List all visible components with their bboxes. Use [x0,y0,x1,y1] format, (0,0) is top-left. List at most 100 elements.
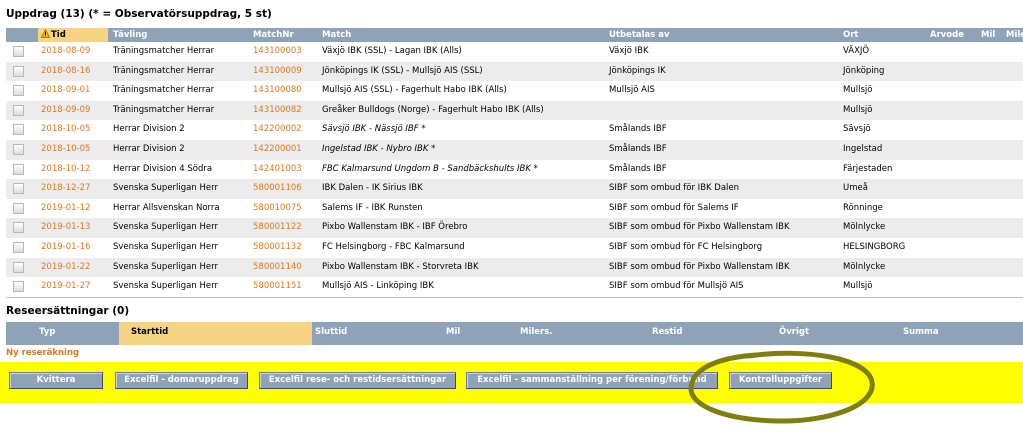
col-type[interactable]: Typ [39,327,55,337]
control-data-button[interactable]: Kontrolluppgifter [729,372,832,389]
row-checkbox[interactable] [13,104,24,116]
cell-match-nr[interactable]: 580010075 [253,203,302,213]
table-row[interactable]: 2018-12-27 Svenska Superligan Herr 5800011… [6,179,1023,199]
table-row[interactable]: 2018-09-01 Träningsmatcher Herrar 14310008… [6,81,1023,101]
cell-paid-by: SIBF som ombud för FC Helsingborg [609,242,763,252]
cell-date[interactable]: 2018-10-05 [41,144,90,154]
cell-match: Jönköpings IK (SSL) - Mullsjö AIS (SSL) [322,65,483,76]
table-divider [6,297,1023,298]
cell-date[interactable]: 2019-01-13 [41,222,90,232]
cell-place: HELSINGBORG [843,242,906,252]
cell-place: Mölnlycke [843,222,886,233]
row-checkbox[interactable] [13,202,24,214]
cell-paid-by: SIBF som ombud för IBK Dalen [609,183,740,194]
col-start-time[interactable]: Starttid [131,327,168,337]
cell-paid-by: Smålands IBF [609,144,667,154]
col-milers[interactable]: Milers. [520,327,553,337]
cell-competition: Svenska Superligan Herr [113,281,218,292]
row-checkbox[interactable] [13,261,24,273]
cell-match: Sävsjö IBK - Nässjö IBF * [322,124,426,135]
cell-match: Mullsjö AIS - Linköping IBK [322,281,434,292]
cell-match-nr[interactable]: 143100082 [253,105,302,115]
cell-date[interactable]: 2018-10-05 [41,124,90,134]
cell-competition: Herrar Division 2 [113,144,185,154]
cell-match-nr[interactable]: 142200001 [253,144,302,154]
cell-competition: Svenska Superligan Herr [113,222,218,233]
row-checkbox[interactable] [13,281,24,293]
cell-match-nr[interactable]: 142200002 [253,124,302,134]
row-checkbox[interactable] [13,124,24,136]
table-row[interactable]: 2018-10-05 Herrar Division 2 142200002 Sävs… [6,120,1023,140]
cell-match: Växjö IBK (SSL) - Lagan IBK (Alls) [322,46,462,56]
table-row[interactable]: 2019-01-13 Svenska Superligan Herr 5800011… [6,218,1023,238]
excel-summary-button[interactable]: Excelfil - sammanställning per förening/… [466,372,718,389]
table-row[interactable]: 2018-08-09 Träningsmatcher Herrar 14310000… [6,42,1023,62]
table-row[interactable]: 2018-09-09 Träningsmatcher Herrar 14310008… [6,100,1023,121]
col-end-time[interactable]: Sluttid [315,327,347,337]
col-place[interactable]: Ort [843,30,858,40]
cell-date[interactable]: 2018-12-27 [41,183,90,193]
cell-place: Jönköping [843,65,885,76]
cell-date[interactable]: 2019-01-12 [41,203,90,213]
col-other[interactable]: Övrigt [779,327,809,337]
table-row[interactable]: 2019-01-27 Svenska Superligan Herr 5800011… [6,277,1023,297]
cell-paid-by: SIBF som ombud för Salems IF [609,202,739,213]
cell-match-nr[interactable]: 580001140 [253,262,302,272]
cell-paid-by: Smålands IBF [609,163,667,174]
button-bar: Kvittera Excelfil - domaruppdrag Excelfi… [0,362,1023,403]
cell-match-nr[interactable]: 142401003 [253,164,302,174]
cell-date[interactable]: 2018-09-01 [41,85,90,95]
cell-date[interactable]: 2019-01-27 [41,281,90,291]
cell-date[interactable]: 2019-01-22 [41,262,90,272]
cell-match: Pixbo Wallenstam IBK - IBF Örebro [322,222,468,233]
assignments-table-header: Tid Tävling MatchNr Match Utbetalas av O… [6,28,1023,42]
cell-match-nr[interactable]: 580001122 [253,222,302,232]
excel-assignments-button[interactable]: Excelfil - domaruppdrag [115,372,248,389]
cell-date[interactable]: 2019-01-16 [41,242,90,252]
cell-date[interactable]: 2018-08-09 [41,46,90,56]
row-checkbox[interactable] [13,65,24,77]
new-expense-link[interactable]: Ny reseräkning [6,348,79,358]
row-checkbox[interactable] [13,242,24,253]
table-row[interactable]: 2019-01-22 Svenska Superligan Herr 5800011… [6,257,1023,278]
cell-place: Mölnlycke [843,261,886,272]
row-checkbox[interactable] [13,46,24,57]
col-competition[interactable]: Tävling [113,30,147,40]
row-checkbox[interactable] [13,144,24,155]
cell-match-nr[interactable]: 143100080 [253,85,302,95]
col-paid-by[interactable]: Utbetalas av [609,30,670,40]
cell-match: Pixbo Wallenstam IBK - Storvreta IBK [322,261,479,272]
row-checkbox[interactable] [13,163,24,175]
receipt-button[interactable]: Kvittera [9,372,103,389]
cell-paid-by: Smålands IBF [609,124,667,135]
col-match-nr[interactable]: MatchNr [253,30,294,40]
col-match[interactable]: Match [322,30,351,40]
cell-date[interactable]: 2018-10-12 [41,164,90,174]
cell-match-nr[interactable]: 143100009 [253,66,302,76]
table-row[interactable]: 2019-01-12 Herrar Allsvenskan Norra 580010… [6,199,1023,219]
cell-date[interactable]: 2018-09-09 [41,105,90,115]
col-sum[interactable]: Summa [903,327,939,337]
col-travel-time[interactable]: Restid [652,327,682,337]
table-row[interactable]: 2018-08-16 Träningsmatcher Herrar 14310000… [6,61,1023,82]
cell-match-nr[interactable]: 580001151 [253,281,302,291]
col-milers[interactable]: Miler [1006,30,1023,40]
cell-date[interactable]: 2018-08-16 [41,66,90,76]
table-row[interactable]: 2018-10-05 Herrar Division 2 142200001 Inge… [6,140,1023,160]
col-mil[interactable]: Mil [446,327,460,337]
row-checkbox[interactable] [13,222,24,234]
col-fee[interactable]: Arvode [930,30,964,40]
col-mil[interactable]: Mil [981,30,995,40]
table-row[interactable]: 2018-10-12 Herrar Division 4 Södra 1424010… [6,160,1023,180]
row-checkbox[interactable] [13,183,24,195]
cell-paid-by: SIBF som ombud för Pixbo Wallenstam IBK [609,222,790,233]
row-checkbox[interactable] [13,85,24,97]
cell-match: FBC Kalmarsund Ungdom B - Sandbäckshults… [322,163,538,174]
excel-travel-button[interactable]: Excelfil rese- och restidsersättningar [259,372,456,389]
col-time[interactable]: Tid [51,30,66,40]
cell-match-nr[interactable]: 580001106 [253,183,302,193]
table-row[interactable]: 2019-01-16 Svenska Superligan Herr 5800011… [6,238,1023,258]
cell-match-nr[interactable]: 143100003 [253,46,302,56]
cell-match-nr[interactable]: 580001132 [253,242,302,252]
cell-paid-by: Mullsjö AIS [609,85,655,96]
